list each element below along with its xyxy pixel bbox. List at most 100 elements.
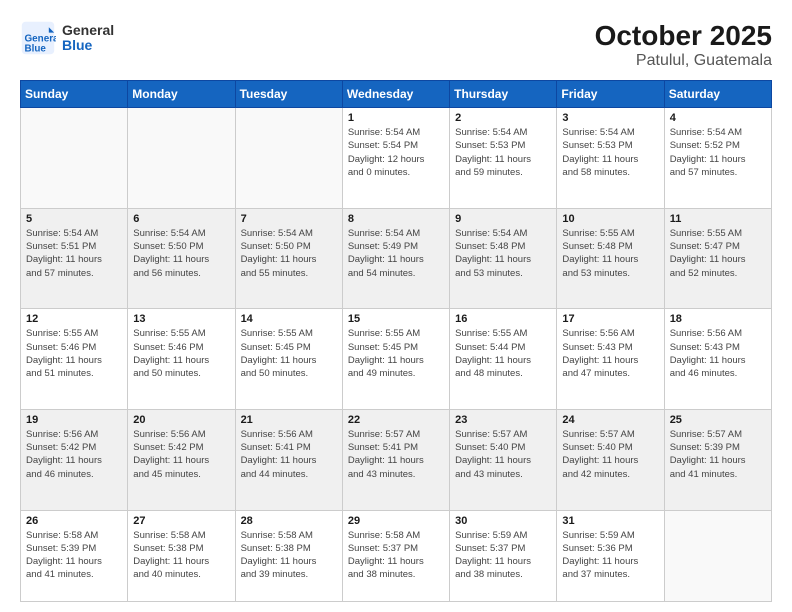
col-tuesday: Tuesday (235, 81, 342, 108)
col-sunday: Sunday (21, 81, 128, 108)
calendar-cell: 27 Sunrise: 5:58 AM Sunset: 5:38 PM Dayli… (128, 510, 235, 602)
calendar-cell: 28Sunrise: 5:58 AM Sunset: 5:38 PM Dayli… (235, 510, 342, 602)
calendar-cell: 3Sunrise: 5:54 AM Sunset: 5:53 PM Daylig… (557, 108, 664, 209)
day-info: Sunrise: 5:59 AM Sunset: 5:37 PM Dayligh… (455, 529, 551, 582)
calendar-cell: 21 Sunrise: 5:56 AM Sunset: 5:41 PM Dayli… (235, 409, 342, 510)
day-number: 9 (455, 213, 551, 225)
calendar-week-3: 12 Sunrise: 5:55 AM Sunset: 5:46 PM Dayli… (21, 309, 772, 410)
calendar-cell: 12 Sunrise: 5:55 AM Sunset: 5:46 PM Dayli… (21, 309, 128, 410)
calendar-cell (128, 108, 235, 209)
calendar-week-5: 26 Sunrise: 5:58 AM Sunset: 5:39 PM Dayli… (21, 510, 772, 602)
day-info: Sunrise: 5:56 AM Sunset: 5:43 PM Dayligh… (562, 327, 658, 380)
day-number: 4 (670, 112, 766, 124)
day-info: Sunrise: 5:54 AM Sunset: 5:52 PM Dayligh… (670, 126, 766, 179)
calendar-cell: 5Sunrise: 5:54 AM Sunset: 5:51 PM Daylig… (21, 208, 128, 309)
day-number: 29 (348, 515, 444, 527)
day-info: Sunrise: 5:56 AM Sunset: 5:43 PM Dayligh… (670, 327, 766, 380)
day-info: Sunrise: 5:54 AM Sunset: 5:49 PM Dayligh… (348, 227, 444, 280)
logo-line1: General (62, 23, 114, 38)
calendar-subtitle: Patulul, Guatemala (595, 52, 772, 70)
calendar-cell: 13Sunrise: 5:55 AM Sunset: 5:46 PM Dayli… (128, 309, 235, 410)
day-number: 17 (562, 313, 658, 325)
day-number: 8 (348, 213, 444, 225)
day-number: 20 (133, 414, 229, 426)
day-number: 11 (670, 213, 766, 225)
day-info: Sunrise: 5:54 AM Sunset: 5:50 PM Dayligh… (133, 227, 229, 280)
day-number: 16 (455, 313, 551, 325)
calendar-cell: 4 Sunrise: 5:54 AM Sunset: 5:52 PM Daylig… (664, 108, 771, 209)
calendar-cell: 7 Sunrise: 5:54 AM Sunset: 5:50 PM Daylig… (235, 208, 342, 309)
calendar-table: Sunday Monday Tuesday Wednesday Thursday… (20, 80, 772, 602)
col-wednesday: Wednesday (342, 81, 449, 108)
day-number: 25 (670, 414, 766, 426)
day-number: 1 (348, 112, 444, 124)
calendar-cell: 24Sunrise: 5:57 AM Sunset: 5:40 PM Dayli… (557, 409, 664, 510)
calendar-cell: 10 Sunrise: 5:55 AM Sunset: 5:48 PM Dayli… (557, 208, 664, 309)
day-info: Sunrise: 5:58 AM Sunset: 5:39 PM Dayligh… (26, 529, 122, 582)
day-number: 21 (241, 414, 337, 426)
day-number: 6 (133, 213, 229, 225)
day-number: 10 (562, 213, 658, 225)
calendar-cell (21, 108, 128, 209)
calendar-cell: 22Sunrise: 5:57 AM Sunset: 5:41 PM Dayli… (342, 409, 449, 510)
day-info: Sunrise: 5:57 AM Sunset: 5:39 PM Dayligh… (670, 428, 766, 481)
day-number: 15 (348, 313, 444, 325)
day-number: 5 (26, 213, 122, 225)
day-number: 22 (348, 414, 444, 426)
logo: General Blue General Blue (20, 20, 114, 56)
logo-text: General Blue (62, 23, 114, 54)
calendar-cell (235, 108, 342, 209)
calendar-cell: 20 Sunrise: 5:56 AM Sunset: 5:42 PM Dayli… (128, 409, 235, 510)
calendar-cell: 9Sunrise: 5:54 AM Sunset: 5:48 PM Daylig… (450, 208, 557, 309)
day-info: Sunrise: 5:56 AM Sunset: 5:42 PM Dayligh… (133, 428, 229, 481)
calendar-cell: 17 Sunrise: 5:56 AM Sunset: 5:43 PM Dayli… (557, 309, 664, 410)
col-friday: Friday (557, 81, 664, 108)
day-info: Sunrise: 5:55 AM Sunset: 5:46 PM Dayligh… (133, 327, 229, 380)
day-number: 31 (562, 515, 658, 527)
day-info: Sunrise: 5:58 AM Sunset: 5:38 PM Dayligh… (133, 529, 229, 582)
calendar-cell: 30 Sunrise: 5:59 AM Sunset: 5:37 PM Dayli… (450, 510, 557, 602)
calendar-week-1: 1Sunrise: 5:54 AM Sunset: 5:54 PM Daylig… (21, 108, 772, 209)
calendar-cell: 1Sunrise: 5:54 AM Sunset: 5:54 PM Daylig… (342, 108, 449, 209)
day-info: Sunrise: 5:56 AM Sunset: 5:41 PM Dayligh… (241, 428, 337, 481)
day-info: Sunrise: 5:55 AM Sunset: 5:47 PM Dayligh… (670, 227, 766, 280)
day-info: Sunrise: 5:58 AM Sunset: 5:37 PM Dayligh… (348, 529, 444, 582)
calendar-cell: 2 Sunrise: 5:54 AM Sunset: 5:53 PM Daylig… (450, 108, 557, 209)
calendar-cell: 25 Sunrise: 5:57 AM Sunset: 5:39 PM Dayli… (664, 409, 771, 510)
calendar-week-2: 5Sunrise: 5:54 AM Sunset: 5:51 PM Daylig… (21, 208, 772, 309)
col-thursday: Thursday (450, 81, 557, 108)
day-info: Sunrise: 5:55 AM Sunset: 5:45 PM Dayligh… (348, 327, 444, 380)
day-info: Sunrise: 5:54 AM Sunset: 5:50 PM Dayligh… (241, 227, 337, 280)
calendar-cell: 23Sunrise: 5:57 AM Sunset: 5:40 PM Dayli… (450, 409, 557, 510)
day-info: Sunrise: 5:54 AM Sunset: 5:53 PM Dayligh… (562, 126, 658, 179)
day-number: 30 (455, 515, 551, 527)
calendar-cell: 6 Sunrise: 5:54 AM Sunset: 5:50 PM Daylig… (128, 208, 235, 309)
day-number: 14 (241, 313, 337, 325)
calendar-week-4: 19 Sunrise: 5:56 AM Sunset: 5:42 PM Dayli… (21, 409, 772, 510)
day-info: Sunrise: 5:55 AM Sunset: 5:46 PM Dayligh… (26, 327, 122, 380)
day-number: 27 (133, 515, 229, 527)
calendar-cell: 18Sunrise: 5:56 AM Sunset: 5:43 PM Dayli… (664, 309, 771, 410)
day-number: 24 (562, 414, 658, 426)
day-info: Sunrise: 5:59 AM Sunset: 5:36 PM Dayligh… (562, 529, 658, 582)
calendar-cell: 15 Sunrise: 5:55 AM Sunset: 5:45 PM Dayli… (342, 309, 449, 410)
day-info: Sunrise: 5:57 AM Sunset: 5:40 PM Dayligh… (455, 428, 551, 481)
col-monday: Monday (128, 81, 235, 108)
calendar-header-row: Sunday Monday Tuesday Wednesday Thursday… (21, 81, 772, 108)
day-number: 12 (26, 313, 122, 325)
calendar-cell: 16Sunrise: 5:55 AM Sunset: 5:44 PM Dayli… (450, 309, 557, 410)
header: General Blue General Blue October 2025 P… (20, 20, 772, 70)
calendar-cell: 19Sunrise: 5:56 AM Sunset: 5:42 PM Dayli… (21, 409, 128, 510)
day-info: Sunrise: 5:54 AM Sunset: 5:53 PM Dayligh… (455, 126, 551, 179)
day-info: Sunrise: 5:55 AM Sunset: 5:48 PM Dayligh… (562, 227, 658, 280)
day-number: 2 (455, 112, 551, 124)
day-number: 26 (26, 515, 122, 527)
day-number: 7 (241, 213, 337, 225)
title-block: October 2025 Patulul, Guatemala (595, 20, 772, 70)
calendar-cell: 26 Sunrise: 5:58 AM Sunset: 5:39 PM Dayli… (21, 510, 128, 602)
generalblue-icon: General Blue (20, 20, 56, 56)
calendar-cell: 11 Sunrise: 5:55 AM Sunset: 5:47 PM Dayli… (664, 208, 771, 309)
calendar-cell: 14Sunrise: 5:55 AM Sunset: 5:45 PM Dayli… (235, 309, 342, 410)
day-number: 19 (26, 414, 122, 426)
calendar-cell: 31 Sunrise: 5:59 AM Sunset: 5:36 PM Dayli… (557, 510, 664, 602)
